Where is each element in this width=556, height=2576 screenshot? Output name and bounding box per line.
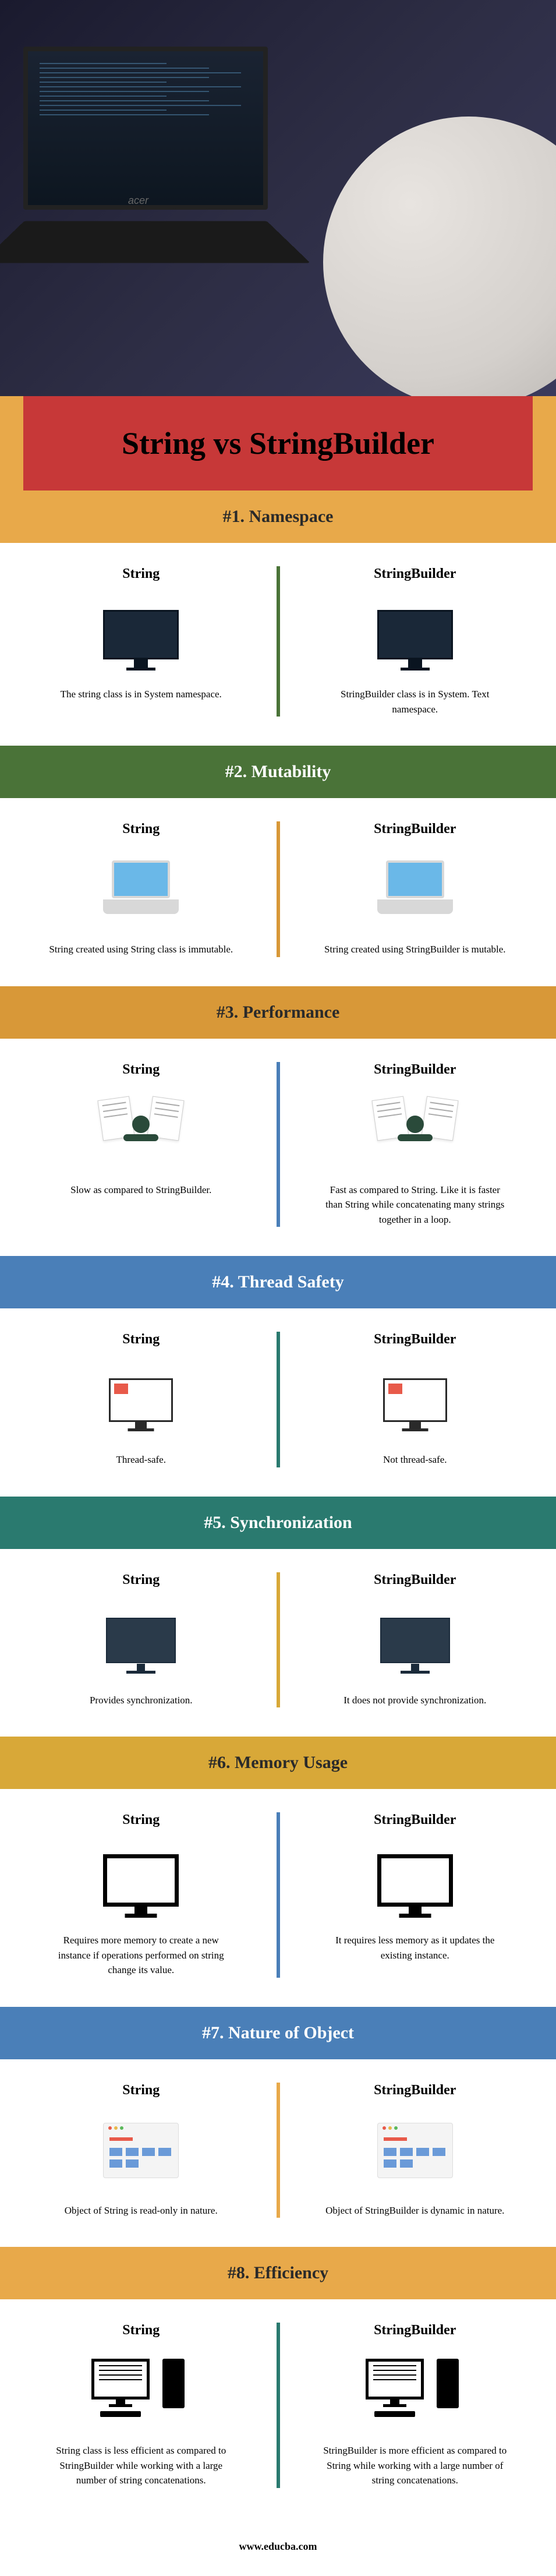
- col-text-right: Not thread-safe.: [322, 1452, 508, 1467]
- section-num: #6.: [208, 1753, 231, 1772]
- browser-icon: [377, 2123, 453, 2178]
- col-title-left: String: [29, 2083, 253, 2098]
- section-name: Mutability: [252, 762, 331, 781]
- laptop-icon: [103, 860, 179, 919]
- section-name: Efficiency: [254, 2263, 328, 2282]
- section-num: #1.: [223, 507, 245, 526]
- col-title-left: String: [29, 1572, 253, 1588]
- col-text-left: Object of String is read-only in nature.: [48, 2203, 234, 2218]
- compare-row-2: String String created using String class…: [0, 798, 556, 986]
- monitor-icon: [103, 1854, 179, 1907]
- col-text-right: StringBuilder class is in System. Text n…: [322, 687, 508, 717]
- col-text-left: The string class is in System namespace.: [48, 687, 234, 702]
- page-title: String vs StringBuilder: [12, 425, 544, 461]
- col-title-left: String: [29, 1332, 253, 1347]
- col-title-right: StringBuilder: [303, 2083, 527, 2098]
- section-header-6: #6. Memory Usage: [0, 1737, 556, 1789]
- pc-icon: [366, 2359, 465, 2423]
- divider: [277, 821, 280, 957]
- monitor-icon: [109, 1378, 173, 1422]
- browser-icon: [103, 2123, 179, 2178]
- col-title-left: String: [29, 821, 253, 837]
- divider: [277, 566, 280, 717]
- monitor-icon: [377, 1854, 453, 1907]
- compare-row-8: String String class is less efficient as…: [0, 2299, 556, 2517]
- section-header-3: #3. Performance: [0, 986, 556, 1039]
- section-name: Nature of Object: [228, 2023, 354, 2042]
- section-name: Synchronization: [230, 1513, 352, 1532]
- compare-row-7: String Object of String is read-only in …: [0, 2059, 556, 2247]
- section-name: Memory Usage: [235, 1753, 348, 1772]
- compare-row-4: String Thread-safe. StringBuilder Not th…: [0, 1308, 556, 1497]
- compare-row-1: String The string class is in System nam…: [0, 543, 556, 746]
- col-text-left: String created using String class is imm…: [48, 942, 234, 957]
- col-text-left: Requires more memory to create a new ins…: [48, 1933, 234, 1978]
- col-text-right: Object of StringBuilder is dynamic in na…: [322, 2203, 508, 2218]
- col-title-right: StringBuilder: [303, 821, 527, 837]
- col-title-right: StringBuilder: [303, 1812, 527, 1828]
- section-num: #8.: [228, 2263, 250, 2282]
- col-text-right: String created using StringBuilder is mu…: [322, 942, 508, 957]
- monitor-icon: [383, 1378, 447, 1422]
- monitor-icon: [377, 610, 453, 659]
- compare-row-6: String Requires more memory to create a …: [0, 1789, 556, 2007]
- section-num: #5.: [204, 1513, 226, 1532]
- title-bar: String vs StringBuilder: [0, 396, 556, 491]
- divider: [277, 1062, 280, 1227]
- monitor-icon: [380, 1618, 450, 1663]
- divider: [277, 1332, 280, 1467]
- col-text-right: Fast as compared to String. Like it is f…: [322, 1183, 508, 1227]
- section-name: Namespace: [249, 507, 334, 526]
- desk-icon: [374, 1098, 456, 1162]
- section-header-8: #8. Efficiency: [0, 2247, 556, 2299]
- section-num: #4.: [212, 1272, 234, 1291]
- pc-icon: [91, 2359, 190, 2423]
- section-num: #7.: [202, 2023, 224, 2042]
- divider: [277, 1812, 280, 1978]
- section-num: #2.: [225, 762, 247, 781]
- hero-image: acer: [0, 0, 556, 396]
- col-text-left: Provides synchronization.: [48, 1693, 234, 1708]
- divider: [277, 1572, 280, 1708]
- divider: [277, 2323, 280, 2488]
- col-title-right: StringBuilder: [303, 566, 527, 582]
- col-text-left: Thread-safe.: [48, 1452, 234, 1467]
- monitor-icon: [106, 1618, 176, 1663]
- col-title-left: String: [29, 1812, 253, 1828]
- section-num: #3.: [217, 1003, 239, 1022]
- section-header-4: #4. Thread Safety: [0, 1256, 556, 1308]
- section-header-2: #2. Mutability: [0, 746, 556, 798]
- col-text-left: String class is less efficient as compar…: [48, 2443, 234, 2488]
- col-text-right: It does not provide synchronization.: [322, 1693, 508, 1708]
- col-text-left: Slow as compared to StringBuilder.: [48, 1183, 234, 1198]
- col-title-right: StringBuilder: [303, 1062, 527, 1078]
- col-text-right: It requires less memory as it updates th…: [322, 1933, 508, 1963]
- divider: [277, 2083, 280, 2218]
- compare-row-3: String Slow as compared to StringBuilder…: [0, 1039, 556, 1257]
- section-name: Performance: [243, 1003, 340, 1022]
- compare-row-5: String Provides synchronization. StringB…: [0, 1549, 556, 1737]
- col-title-left: String: [29, 566, 253, 582]
- col-title-right: StringBuilder: [303, 1332, 527, 1347]
- col-title-right: StringBuilder: [303, 2323, 527, 2338]
- col-title-right: StringBuilder: [303, 1572, 527, 1588]
- section-header-1: #1. Namespace: [0, 491, 556, 543]
- col-title-left: String: [29, 1062, 253, 1078]
- laptop-icon: [377, 860, 453, 919]
- desk-icon: [100, 1098, 182, 1162]
- section-header-5: #5. Synchronization: [0, 1497, 556, 1549]
- section-header-7: #7. Nature of Object: [0, 2007, 556, 2059]
- col-text-right: StringBuilder is more efficient as compa…: [322, 2443, 508, 2488]
- monitor-icon: [103, 610, 179, 659]
- footer: www.educba.com: [0, 2517, 556, 2576]
- col-title-left: String: [29, 2323, 253, 2338]
- section-name: Thread Safety: [238, 1272, 344, 1291]
